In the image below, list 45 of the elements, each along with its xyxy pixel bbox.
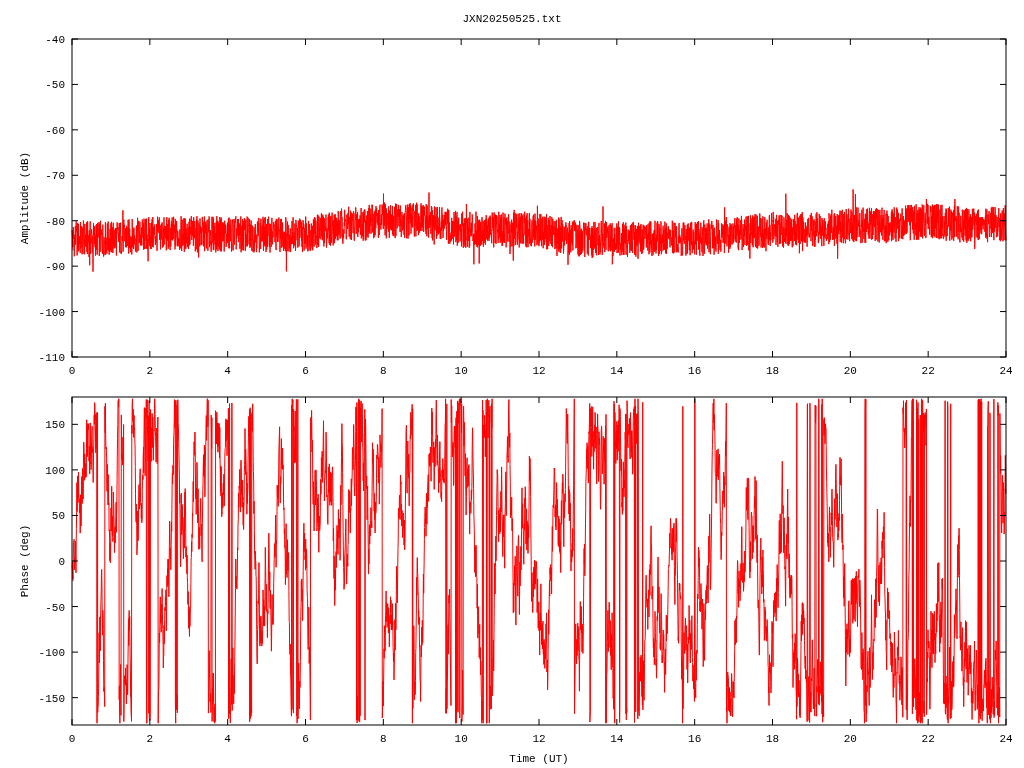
tick-label: 24 (999, 733, 1013, 745)
tick-label: 22 (921, 733, 935, 745)
axis-label: Time (UT) (509, 753, 569, 765)
tick-label: 150 (45, 419, 65, 432)
tick-label: 10 (454, 733, 468, 745)
tick-label: 16 (688, 733, 702, 745)
tick-label: 0 (68, 365, 76, 377)
tick-label: 18 (765, 365, 780, 377)
tick-label: -70 (45, 170, 65, 183)
tick-label: 12 (532, 365, 546, 377)
tick-label: -110 (38, 352, 65, 364)
tick-label: 8 (380, 733, 387, 745)
tick-label: 22 (921, 365, 935, 377)
tick-label: 12 (532, 733, 546, 745)
tick-label: -50 (45, 79, 65, 92)
tick-label: -100 (38, 306, 65, 319)
tick-label: -90 (45, 261, 65, 274)
tick-label: 100 (45, 464, 65, 477)
tick-label: 2 (146, 733, 154, 745)
tick-label: -100 (38, 647, 65, 660)
chart-title: JXN20250525.txt (462, 12, 562, 27)
tick-label: 16 (688, 365, 702, 377)
tick-label: 8 (380, 365, 387, 377)
tick-label: -60 (45, 124, 65, 137)
tick-label: -80 (45, 215, 65, 228)
tick-label: 4 (224, 365, 231, 377)
tick-label: 50 (51, 510, 65, 523)
tick-label: 6 (302, 365, 309, 377)
tick-label: 20 (843, 365, 857, 377)
tick-label: 0 (68, 733, 76, 745)
tick-label: -150 (38, 692, 65, 705)
tick-label: 18 (765, 733, 780, 745)
tick-label: 6 (302, 733, 309, 745)
tick-label: 24 (999, 365, 1013, 377)
tick-label: 0 (58, 556, 65, 568)
axis-label: Phase (deg) (19, 524, 31, 598)
tick-label: 4 (224, 733, 231, 745)
tick-label: 14 (610, 365, 624, 377)
tick-label: -40 (45, 34, 65, 46)
tick-label: 20 (843, 733, 857, 745)
axis-label: Amplitude (dB) (19, 151, 31, 245)
tick-label: 2 (146, 365, 154, 377)
tick-label: 10 (454, 365, 468, 377)
tick-label: -50 (45, 601, 65, 614)
tick-label: 14 (610, 733, 624, 745)
